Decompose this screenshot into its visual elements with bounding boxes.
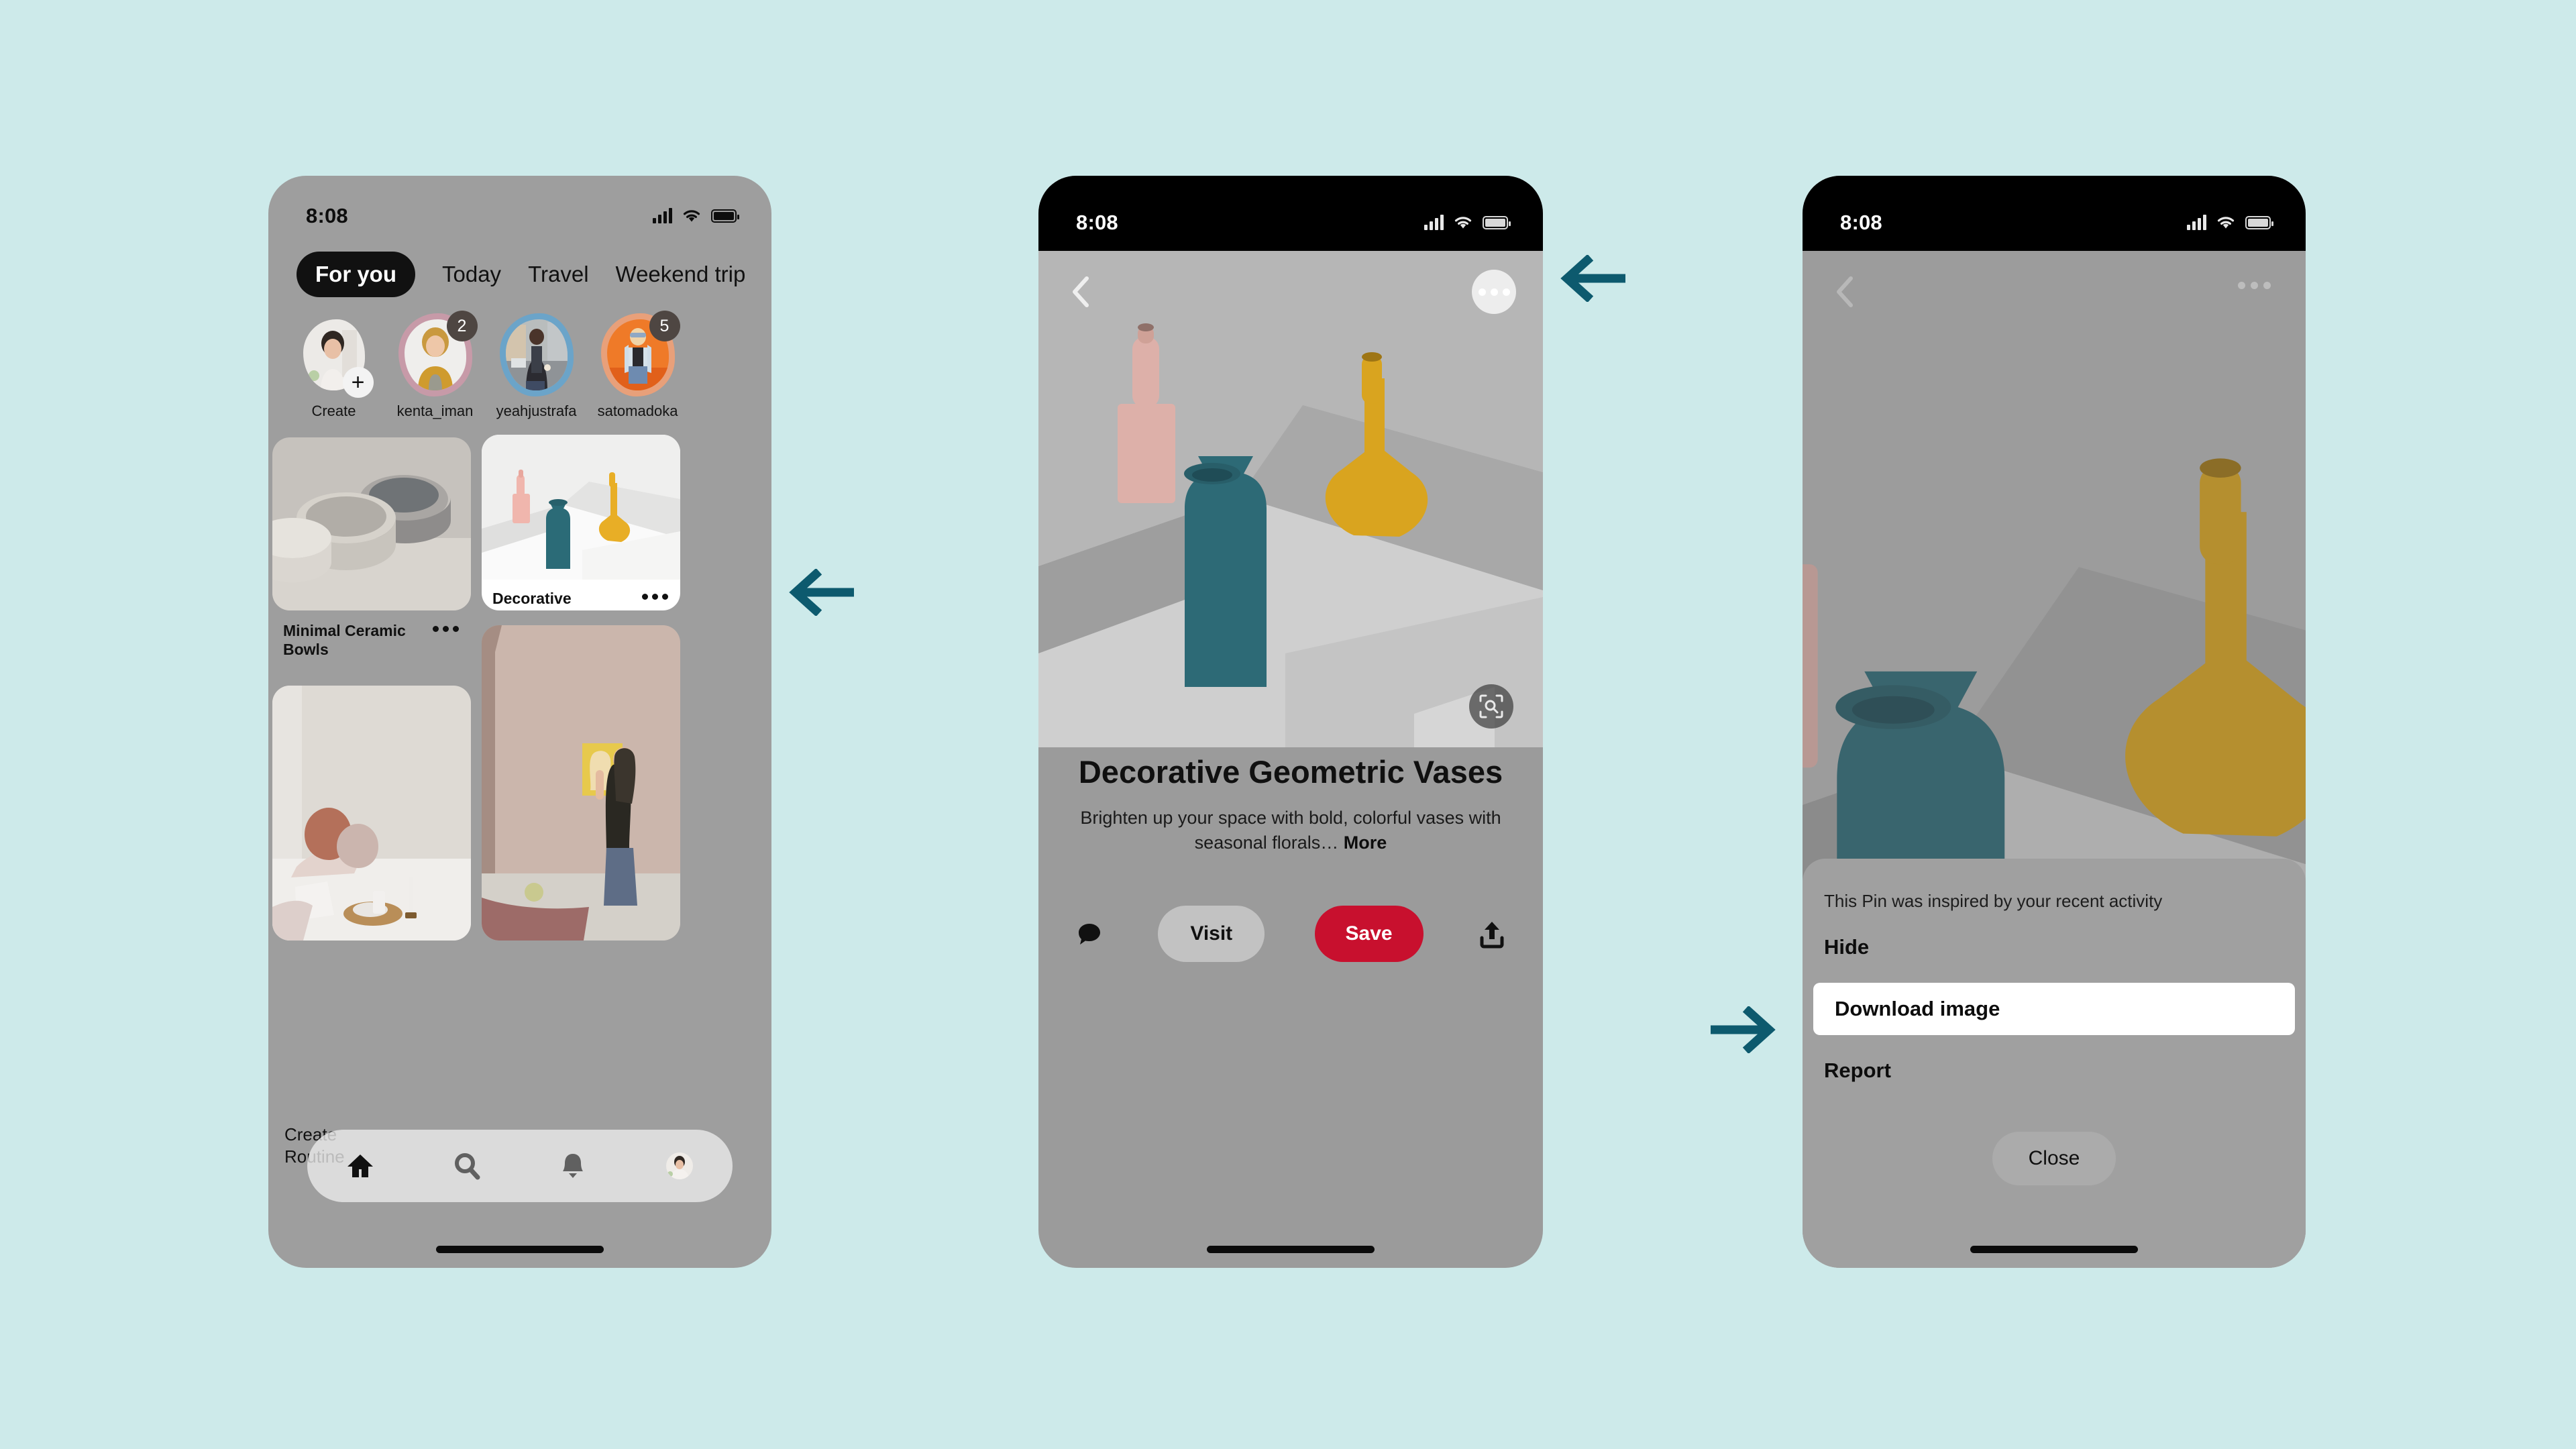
status-time: 8:08 [1076,211,1118,234]
ellipsis-dot [1502,288,1510,296]
pin-image-ceramic-bowls[interactable] [272,437,471,610]
screenshot-stage: 8:08 For you Today Travel Weekend trip +… [0,0,2576,1449]
status-icons [2187,215,2273,230]
tab-travel[interactable]: Travel [528,262,588,287]
phone-1-home-feed: 8:08 For you Today Travel Weekend trip +… [268,176,771,1268]
pin-detail-body: Decorative Geometric Vases Brighten up y… [1038,754,1543,855]
phone-2-pin-detail: 8:08 Decorative Geometric Vases Brighten… [1038,176,1543,1268]
chevron-left-icon[interactable] [1063,274,1099,310]
cellular-bars-icon [653,208,672,223]
ellipsis-icon[interactable] [642,589,668,600]
tab-weekend-trip[interactable]: Weekend trip [616,262,746,287]
tab-today[interactable]: Today [442,262,501,287]
option-hide[interactable]: Hide [1803,921,2306,973]
ellipsis-dot [1490,288,1498,296]
pin-title: Decorative Geometric Vases [1078,754,1503,790]
close-button[interactable]: Close [1992,1132,2116,1185]
status-bar: 8:08 [1038,176,1543,251]
home-indicator [1207,1246,1375,1253]
avatar-ring: 5 [600,311,680,396]
pin-title: Minimal Ceramic Bowls [283,622,406,659]
avatar-yeahjustrafa[interactable]: yeahjustrafa [496,313,577,437]
arrow-to-download-image [1707,1005,1781,1057]
more-options-button[interactable] [1472,270,1516,314]
avatar-create[interactable]: + Create [295,313,374,437]
battery-full-icon [1483,216,1511,229]
pin-image-woman-hanging-art[interactable] [482,625,680,941]
pin-action-row[interactable]: Visit Save [1038,894,1543,974]
avatar-badge-count: 2 [446,311,478,341]
status-icons [653,208,739,223]
pin-options-sheet: This Pin was inspired by your recent act… [1803,859,2306,1268]
pin-description-text: Brighten up your space with bold, colorf… [1080,807,1501,853]
avatar-ring: 2 [398,311,478,396]
phone-3-options-sheet: 8:08 This Pin was inspired by your recen… [1803,176,2306,1268]
feed-tab-bar[interactable]: For you Today Travel Weekend trip [268,246,771,303]
arrow-to-pin-card [784,568,857,619]
cellular-bars-icon [2187,215,2206,230]
battery-full-icon [711,209,739,223]
pin-card-geometric-vases[interactable]: Decorative Geometric Vases [482,435,680,610]
battery-full-icon [2245,216,2273,229]
phone-3-screen: 8:08 This Pin was inspired by your recen… [1803,176,2306,1268]
pin-description: Brighten up your space with bold, colorf… [1069,806,1512,856]
cellular-bars-icon [1424,215,1444,230]
pin-image-bedroom-linens[interactable] [272,686,471,941]
story-avatar-row[interactable]: + Create 2 kenta_iman yeahjustrafa 5 sat… [268,311,771,437]
status-bar: 8:08 [1803,176,2306,251]
wifi-icon [2217,217,2235,229]
home-indicator [436,1246,604,1253]
bottom-nav-bar[interactable] [307,1130,733,1202]
bell-icon[interactable] [555,1148,591,1184]
option-download-image[interactable]: Download image [1813,983,2295,1035]
visit-button[interactable]: Visit [1158,906,1265,962]
status-bar: 8:08 [268,176,771,237]
ellipsis-icon[interactable] [2238,282,2271,289]
wifi-icon [683,210,700,222]
avatar-label: kenta_iman [396,402,474,419]
share-upload-icon[interactable] [1473,915,1511,953]
more-link[interactable]: More [1344,833,1387,853]
comment-bubble-icon[interactable] [1071,915,1108,953]
status-icons [1424,215,1511,230]
pin-hero-image[interactable] [1038,251,1543,747]
tab-for-you[interactable]: For you [297,252,415,297]
search-icon[interactable] [449,1148,485,1184]
avatar-ring: + [297,313,374,398]
avatar-badge-count: 5 [649,311,680,341]
pin-meta-ceramic-bowls: Minimal Ceramic Bowls [272,612,471,671]
save-button[interactable]: Save [1314,906,1424,962]
sheet-subtitle: This Pin was inspired by your recent act… [1824,891,2163,911]
status-time: 8:08 [1840,211,1882,234]
pin-title: Decorative Geometric Vases [492,590,616,610]
ellipsis-icon[interactable] [433,621,459,632]
option-report[interactable]: Report [1803,1044,2306,1097]
home-icon[interactable] [342,1148,378,1184]
avatar-label: yeahjustrafa [496,402,577,419]
avatar-label: satomadoka [597,402,678,419]
avatar-image-rafa [505,319,568,390]
create-plus-icon[interactable]: + [342,367,374,398]
visual-search-lens-icon[interactable] [1469,684,1513,729]
avatar-label: Create [311,402,356,419]
status-time: 8:08 [306,204,348,227]
home-indicator [1970,1246,2138,1253]
avatar-satomadoka[interactable]: 5 satomadoka [597,311,680,437]
phone-2-screen: 8:08 Decorative Geometric Vases Brighten… [1038,176,1543,1268]
avatar-ring [499,313,574,396]
wifi-icon [1454,217,1472,229]
avatar-icon[interactable] [661,1148,698,1184]
phone-1-screen: 8:08 For you Today Travel Weekend trip +… [268,176,771,1268]
arrow-to-more-button [1555,254,1629,305]
avatar-kenta-iman[interactable]: 2 kenta_iman [396,311,478,437]
ellipsis-dot [1478,288,1486,296]
chevron-left-icon[interactable] [1827,274,1863,310]
